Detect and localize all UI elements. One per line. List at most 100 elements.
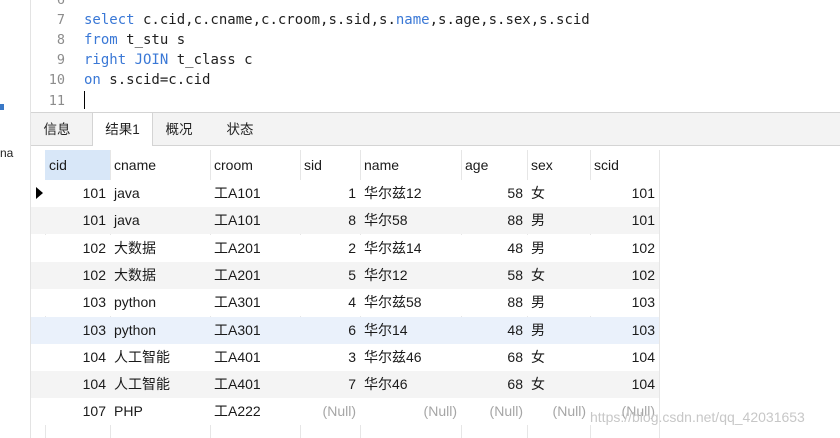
column-header-age[interactable]: age: [461, 150, 527, 180]
row-selector[interactable]: [31, 398, 45, 425]
row-selector[interactable]: [31, 180, 45, 207]
result-grid[interactable]: cid cname croom sid name age sex scid 101 java 工A1…: [31, 146, 840, 438]
cell-scid[interactable]: 103: [590, 317, 659, 344]
cell-name[interactable]: 华尔兹46: [360, 344, 461, 371]
cell-cname[interactable]: PHP: [110, 398, 210, 425]
cell-cname[interactable]: 大数据: [110, 262, 210, 289]
cell-sex[interactable]: 男: [527, 289, 590, 316]
cell-age[interactable]: 58: [461, 180, 527, 207]
table-row[interactable]: 102 大数据 工A201 5 华尔12 58 女 102: [31, 261, 659, 289]
cell-age[interactable]: 68: [461, 371, 527, 398]
cell-cid[interactable]: 102: [45, 235, 110, 262]
cell-name[interactable]: 华尔兹58: [360, 289, 461, 316]
cell-name[interactable]: 华尔兹14: [360, 235, 461, 262]
row-selector[interactable]: [31, 207, 45, 234]
cell-name[interactable]: 华尔14: [360, 317, 461, 344]
column-header-croom[interactable]: croom: [210, 150, 300, 180]
cell-cid[interactable]: 101: [45, 180, 110, 207]
cell-name[interactable]: 华尔58: [360, 207, 461, 234]
table-row[interactable]: 104 人工智能 工A401 7 华尔46 68 女 104: [31, 371, 659, 399]
cell-cname[interactable]: 人工智能: [110, 344, 210, 371]
cell-croom[interactable]: 工A101: [210, 180, 300, 207]
cell-croom[interactable]: 工A401: [210, 371, 300, 398]
table-row[interactable]: 102 大数据 工A201 2 华尔兹14 48 男 102: [31, 234, 659, 262]
column-header-scid[interactable]: scid: [590, 150, 659, 180]
tab-4[interactable]: 状态: [214, 113, 266, 146]
cell-cid[interactable]: 102: [45, 262, 110, 289]
cell-scid[interactable]: 102: [590, 262, 659, 289]
cell-cname[interactable]: 大数据: [110, 235, 210, 262]
cell-cname[interactable]: java: [110, 180, 210, 207]
cell-name[interactable]: 华尔46: [360, 371, 461, 398]
cell-scid[interactable]: 101: [590, 207, 659, 234]
cell-cid[interactable]: 101: [45, 207, 110, 234]
table-row[interactable]: 101 java 工A101 1 华尔兹12 58 女 101: [31, 180, 659, 207]
cell-age[interactable]: 58: [461, 262, 527, 289]
cell-croom[interactable]: 工A201: [210, 262, 300, 289]
column-header-sex[interactable]: sex: [527, 150, 590, 180]
table-row[interactable]: 104 人工智能 工A401 3 华尔兹46 68 女 104: [31, 343, 659, 371]
cell-cname[interactable]: 人工智能: [110, 371, 210, 398]
cell-name[interactable]: 华尔12: [360, 262, 461, 289]
cell-croom[interactable]: 工A401: [210, 344, 300, 371]
table-row[interactable]: 103 python 工A301 4 华尔兹58 88 男 103: [31, 289, 659, 317]
row-selector[interactable]: [31, 371, 45, 398]
cell-croom[interactable]: 工A301: [210, 289, 300, 316]
row-selector[interactable]: [31, 317, 45, 344]
column-header-cid[interactable]: cid: [45, 150, 110, 180]
cell-scid[interactable]: 103: [590, 289, 659, 316]
cell-age[interactable]: 48: [461, 235, 527, 262]
cell-sex[interactable]: 女: [527, 371, 590, 398]
row-selector[interactable]: [31, 289, 45, 316]
tab-3[interactable]: 概况: [152, 113, 206, 146]
cell-sid[interactable]: 8: [300, 207, 360, 234]
table-row[interactable]: 103 python 工A301 6 华尔14 48 男 103: [31, 316, 659, 344]
column-header-cname[interactable]: cname: [110, 150, 210, 180]
cell-cname[interactable]: python: [110, 317, 210, 344]
cell-sid[interactable]: 1: [300, 180, 360, 207]
column-header-name[interactable]: name: [360, 150, 461, 180]
column-header-sid[interactable]: sid: [300, 150, 360, 180]
cell-age[interactable]: 48: [461, 317, 527, 344]
tab-1[interactable]: 信息: [31, 113, 83, 146]
cell-cid[interactable]: 104: [45, 344, 110, 371]
cell-sid[interactable]: 6: [300, 317, 360, 344]
cell-sex[interactable]: 女: [527, 262, 590, 289]
cell-croom[interactable]: 工A222: [210, 398, 300, 425]
cell-cid[interactable]: 107: [45, 398, 110, 425]
cell-cname[interactable]: java: [110, 207, 210, 234]
cell-name[interactable]: (Null): [360, 398, 461, 425]
cell-sex[interactable]: (Null): [527, 398, 590, 425]
cell-sex[interactable]: 女: [527, 180, 590, 207]
cell-sid[interactable]: 2: [300, 235, 360, 262]
cell-scid[interactable]: 104: [590, 344, 659, 371]
cell-scid[interactable]: 102: [590, 235, 659, 262]
cell-age[interactable]: 88: [461, 207, 527, 234]
row-selector[interactable]: [31, 235, 45, 262]
table-row[interactable]: 107 PHP 工A222 (Null) (Null) (Null) (Null) (Null…: [31, 398, 659, 426]
sql-editor[interactable]: 6 7 select c.cid,c.cname,c.croom,s.sid,s.n…: [31, 0, 840, 112]
cell-sex[interactable]: 男: [527, 317, 590, 344]
cell-sid[interactable]: 3: [300, 344, 360, 371]
row-selector[interactable]: [31, 262, 45, 289]
cell-age[interactable]: 88: [461, 289, 527, 316]
cell-sid[interactable]: 5: [300, 262, 360, 289]
row-selector[interactable]: [31, 344, 45, 371]
cell-sex[interactable]: 男: [527, 207, 590, 234]
cell-sid[interactable]: (Null): [300, 398, 360, 425]
cell-cid[interactable]: 103: [45, 317, 110, 344]
cell-sex[interactable]: 男: [527, 235, 590, 262]
cell-cid[interactable]: 104: [45, 371, 110, 398]
cell-cid[interactable]: 103: [45, 289, 110, 316]
cell-cname[interactable]: python: [110, 289, 210, 316]
cell-scid[interactable]: 101: [590, 180, 659, 207]
cell-age[interactable]: (Null): [461, 398, 527, 425]
cell-name[interactable]: 华尔兹12: [360, 180, 461, 207]
tab-2[interactable]: 结果1: [92, 113, 153, 147]
table-row[interactable]: 101 java 工A101 8 华尔58 88 男 101: [31, 207, 659, 235]
cell-sex[interactable]: 女: [527, 344, 590, 371]
cell-sid[interactable]: 7: [300, 371, 360, 398]
cell-scid[interactable]: 104: [590, 371, 659, 398]
cell-croom[interactable]: 工A101: [210, 207, 300, 234]
cell-sid[interactable]: 4: [300, 289, 360, 316]
